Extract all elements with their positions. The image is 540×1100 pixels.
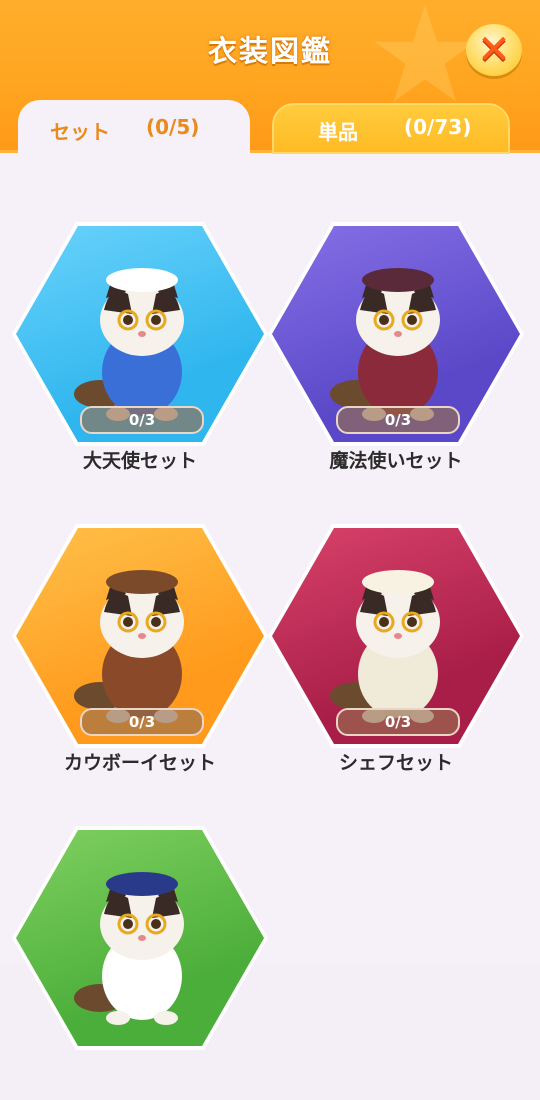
- set-card-chef[interactable]: 0/3 シェフセット: [268, 524, 524, 798]
- tab-items-count: (0/73): [404, 115, 472, 139]
- set-progress: 0/3: [80, 406, 204, 434]
- close-icon: ✕: [477, 27, 511, 73]
- set-name: 大天使セット: [82, 450, 197, 472]
- cat-character-icon: [330, 268, 440, 421]
- set-thumbnail: [16, 830, 264, 1046]
- cat-character-icon: [74, 570, 184, 723]
- tab-items[interactable]: 単品 (0/73): [272, 103, 510, 154]
- set-name: カウボーイセット: [63, 752, 216, 774]
- set-card-wizard[interactable]: 0/3 魔法使いセット: [268, 222, 524, 496]
- page-title: 衣装図鑑: [207, 34, 332, 68]
- set-card-archangel[interactable]: 0/3 大天使セット: [12, 222, 268, 496]
- cat-character-icon: [74, 872, 184, 1025]
- tab-items-label: 単品: [318, 120, 358, 144]
- tab-sets-count: (0/5): [146, 115, 200, 139]
- set-progress: 0/3: [80, 708, 204, 736]
- cat-character-icon: [74, 268, 184, 421]
- set-progress: 0/3: [336, 406, 460, 434]
- cat-character-icon: [330, 570, 440, 723]
- set-name: 魔法使いセット: [329, 450, 463, 472]
- tab-sets-label: セット: [50, 120, 110, 144]
- close-button[interactable]: ✕: [466, 24, 522, 76]
- set-card-sailor[interactable]: [12, 826, 268, 1100]
- set-card-cowboy[interactable]: 0/3 カウボーイセット: [12, 524, 268, 798]
- set-name: シェフセット: [338, 752, 453, 774]
- tab-sets[interactable]: セット (0/5): [18, 100, 250, 160]
- set-progress: 0/3: [336, 708, 460, 736]
